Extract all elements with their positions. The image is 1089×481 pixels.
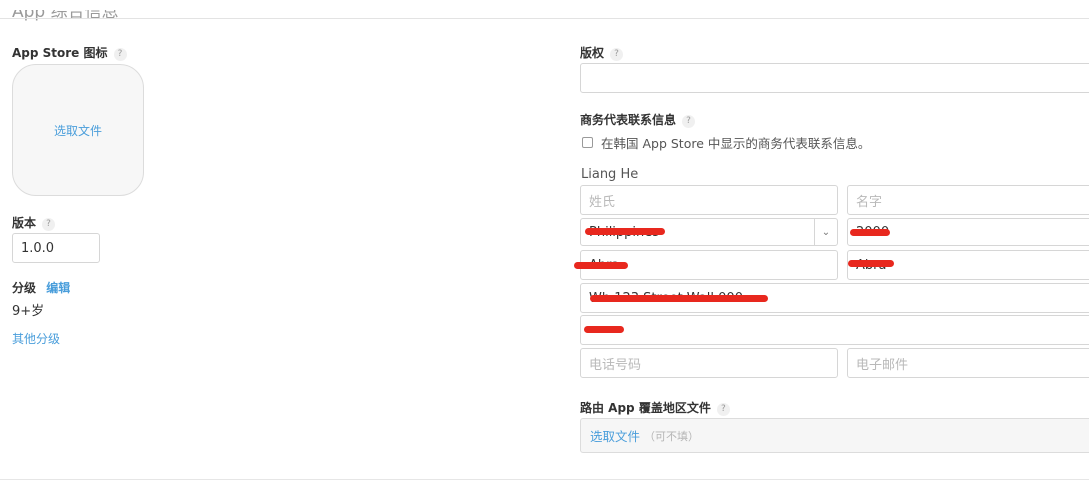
first-name-placeholder: 名字 bbox=[856, 194, 883, 210]
version-input[interactable]: 1.0.0 bbox=[12, 233, 100, 263]
redaction-mark bbox=[585, 228, 665, 235]
help-icon[interactable]: ? bbox=[682, 115, 696, 128]
divider bbox=[0, 18, 1089, 19]
app-store-icon-label: App Store 图标? bbox=[12, 46, 127, 61]
redaction-mark bbox=[850, 229, 890, 236]
contact-label-text: 商务代表联系信息 bbox=[580, 113, 677, 127]
korea-contact-checkbox-row[interactable]: 在韩国 App Store 中显示的商务代表联系信息。 bbox=[582, 133, 870, 152]
divider bbox=[0, 479, 1089, 480]
redaction-mark bbox=[848, 260, 894, 267]
address-line2-input[interactable] bbox=[580, 315, 1089, 345]
help-icon[interactable]: ? bbox=[113, 48, 127, 61]
optional-hint: （可不填） bbox=[644, 429, 700, 443]
copyright-label-text: 版权 bbox=[580, 46, 605, 60]
phone-placeholder: 电话号码 bbox=[589, 357, 642, 373]
app-icon-dropzone[interactable]: 选取文件 bbox=[12, 64, 144, 196]
redaction-mark bbox=[584, 326, 624, 333]
email-input[interactable]: 电子邮件 bbox=[847, 348, 1089, 378]
contact-label: 商务代表联系信息? bbox=[580, 113, 696, 128]
email-placeholder: 电子邮件 bbox=[856, 357, 909, 373]
help-icon[interactable]: ? bbox=[42, 218, 56, 231]
version-label-text: 版本 bbox=[12, 216, 37, 230]
korea-contact-checkbox-label: 在韩国 App Store 中显示的商务代表联系信息。 bbox=[601, 136, 871, 151]
contact-name: Liang He bbox=[581, 167, 639, 182]
choose-routing-file-link[interactable]: 选取文件 bbox=[590, 426, 640, 445]
copyright-label: 版权? bbox=[580, 46, 624, 61]
help-icon[interactable]: ? bbox=[610, 48, 624, 61]
choose-icon-file-link[interactable]: 选取文件 bbox=[54, 122, 102, 139]
routing-label-text: 路由 App 覆盖地区文件 bbox=[580, 401, 711, 415]
section-title: App 综合信息 bbox=[12, 2, 119, 22]
copyright-input[interactable] bbox=[580, 63, 1089, 93]
help-icon[interactable]: ? bbox=[716, 403, 730, 416]
redaction-mark bbox=[590, 295, 768, 302]
phone-input[interactable]: 电话号码 bbox=[580, 348, 838, 378]
routing-file-box[interactable]: 选取文件 （可不填） bbox=[580, 418, 1089, 453]
edit-rating-link[interactable]: 编辑 bbox=[46, 281, 70, 295]
routing-label: 路由 App 覆盖地区文件? bbox=[580, 401, 730, 416]
chevron-down-icon[interactable]: ⌄ bbox=[814, 219, 837, 245]
redaction-mark bbox=[574, 262, 628, 269]
first-name-input[interactable]: 名字 bbox=[847, 185, 1089, 215]
app-store-icon-label-text: App Store 图标 bbox=[12, 46, 108, 60]
rating-label: 分级 编辑 bbox=[12, 281, 70, 295]
version-value: 1.0.0 bbox=[21, 240, 55, 256]
korea-contact-checkbox[interactable] bbox=[582, 137, 593, 148]
other-ratings-link[interactable]: 其他分级 bbox=[12, 330, 60, 347]
version-label: 版本? bbox=[12, 216, 56, 231]
rating-value: 9+岁 bbox=[12, 304, 45, 319]
rating-label-text: 分级 bbox=[12, 281, 37, 295]
last-name-input[interactable]: 姓氏 bbox=[580, 185, 838, 215]
last-name-placeholder: 姓氏 bbox=[589, 194, 616, 210]
